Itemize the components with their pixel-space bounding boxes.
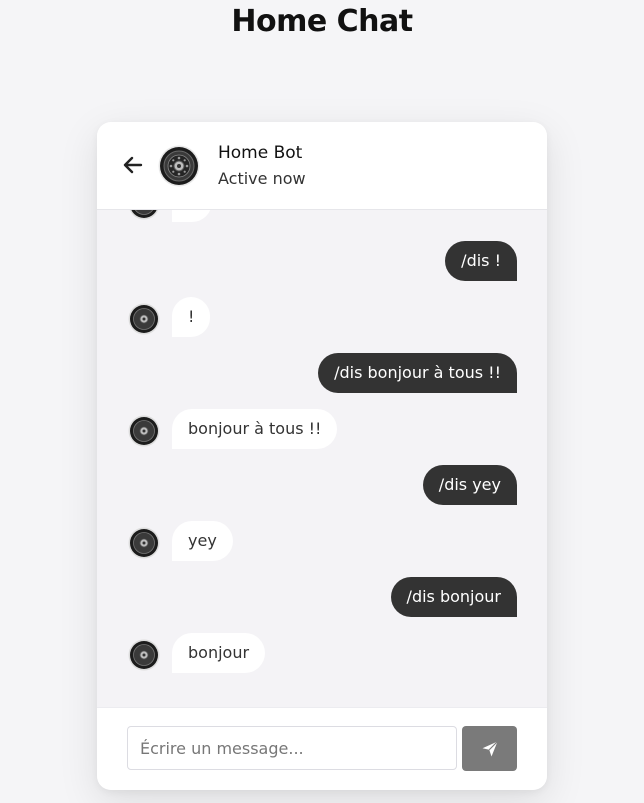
- send-button[interactable]: [462, 726, 517, 771]
- chat-window: Home Bot Active now s /dis ! ! /dis bonj…: [97, 122, 547, 790]
- paper-plane-icon: [482, 740, 498, 756]
- back-button[interactable]: [121, 153, 145, 177]
- user-message: /dis !: [445, 241, 517, 281]
- bot-avatar-icon: [128, 415, 160, 447]
- bot-avatar-icon: [128, 527, 160, 559]
- bot-avatar-icon: [158, 145, 200, 187]
- arrow-left-icon: [123, 156, 143, 174]
- user-message: /dis bonjour: [390, 577, 517, 617]
- user-message: /dis bonjour à tous !!: [318, 353, 517, 393]
- message-composer: [97, 707, 547, 790]
- bot-avatar-icon: [129, 209, 159, 220]
- bot-message: s: [172, 209, 213, 222]
- bot-name: Home Bot: [218, 143, 303, 163]
- bot-message: !: [172, 297, 211, 337]
- message-list[interactable]: s /dis ! ! /dis bonjour à tous !! bonjou…: [97, 209, 547, 708]
- page-title: Home Chat: [231, 4, 413, 39]
- bot-message: yey: [172, 521, 233, 561]
- chat-header: Home Bot Active now: [97, 122, 547, 210]
- user-message: /dis yey: [422, 465, 517, 505]
- bot-status: Active now: [218, 169, 306, 188]
- message-input[interactable]: [127, 726, 457, 770]
- bot-message: bonjour à tous !!: [172, 409, 338, 449]
- bot-avatar-icon: [128, 303, 160, 335]
- bot-avatar-icon: [128, 639, 160, 671]
- bot-message: bonjour: [172, 633, 266, 673]
